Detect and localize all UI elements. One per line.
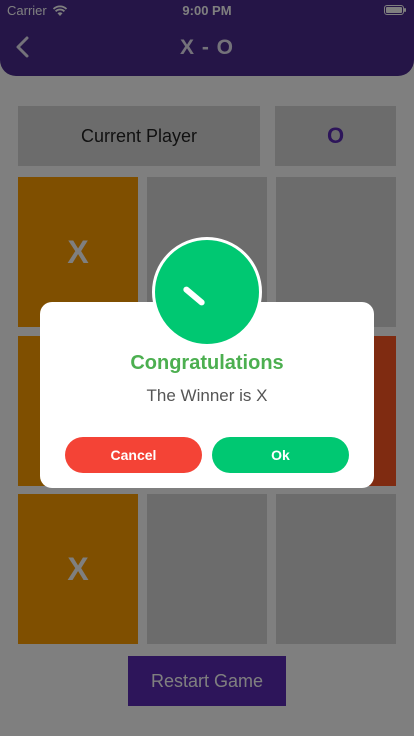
dialog-title: Congratulations [130, 352, 284, 374]
check-stroke [182, 285, 206, 307]
ok-button[interactable]: Ok [212, 437, 349, 473]
dialog-message: The Winner is X [146, 386, 268, 405]
success-check-icon [152, 237, 262, 347]
cancel-button[interactable]: Cancel [65, 437, 202, 473]
